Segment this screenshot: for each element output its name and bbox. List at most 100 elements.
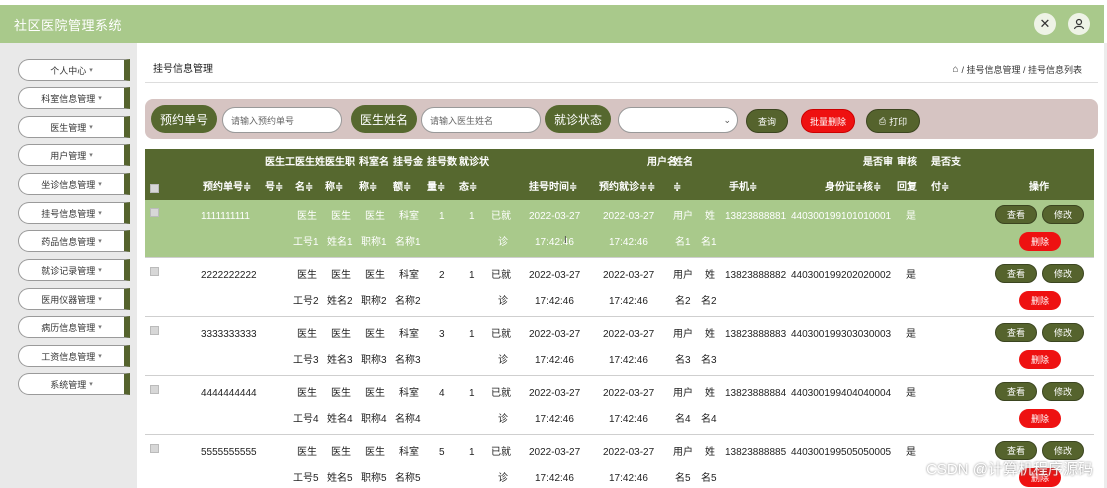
cell-reviewed: 是	[906, 211, 916, 222]
row-checkbox[interactable]	[150, 208, 159, 217]
select-all-checkbox[interactable]	[150, 184, 159, 193]
status-select[interactable]: ⌄	[618, 107, 738, 133]
column-header-line1: 医生工	[265, 157, 295, 168]
breadcrumb-text[interactable]: / 挂号信息管理 / 挂号信息列表	[961, 63, 1082, 76]
column-header[interactable]: 称≑	[325, 182, 343, 194]
sidebar-item[interactable]: 用户管理 ▾	[18, 144, 130, 166]
view-button[interactable]: 查看	[995, 382, 1037, 401]
column-header[interactable]: 手机≑	[729, 182, 757, 194]
column-header[interactable]: 预约就诊≑	[599, 182, 647, 194]
column-header[interactable]: 称≑	[359, 182, 377, 194]
status-label: 就诊状态	[545, 105, 611, 133]
cell-phone: 13823888885	[725, 447, 787, 458]
sidebar-item[interactable]: 系统管理 ▾	[18, 373, 130, 395]
watermark: CSDN @计算机程序源码	[926, 461, 1093, 478]
column-header[interactable]: 态≑	[459, 182, 477, 194]
sidebar-item[interactable]: 就诊记录管理 ▾	[18, 259, 130, 281]
cell-dept: 名称2	[395, 296, 421, 307]
column-header[interactable]: 额≑	[393, 182, 411, 194]
cell-username: 名3	[675, 355, 691, 366]
table-row[interactable]: 1111111111 医生 工号1 医生 姓名1 医生 职称1 科室 名称1 1 1 已就诊 2022-…	[145, 200, 1094, 258]
print-button[interactable]: ⎙ 打印	[866, 109, 920, 133]
cell-reg-time: 17:42:46	[535, 237, 574, 248]
cell-reviewed: 是	[906, 447, 916, 458]
chevron-down-icon: ▾	[98, 296, 102, 303]
sidebar-item[interactable]: 医用仪器管理 ▾	[18, 288, 130, 310]
view-button[interactable]: 查看	[995, 264, 1037, 283]
row-checkbox[interactable]	[150, 444, 159, 453]
doctor-name-label: 医生姓名	[351, 105, 417, 133]
sidebar-item-label: 工资信息管理	[41, 351, 96, 362]
cell-amount: 2	[439, 270, 445, 281]
column-header[interactable]: 核≑	[863, 182, 881, 194]
query-button[interactable]: 查询	[746, 109, 788, 133]
user-icon[interactable]	[1068, 13, 1090, 35]
row-checkbox[interactable]	[150, 385, 159, 394]
column-header[interactable]: 挂号时间≑	[529, 182, 577, 194]
column-header[interactable]: 量≑	[427, 182, 445, 194]
table-row[interactable]: 3333333333 医生 工号3 医生 姓名3 医生 职称3 科室 名称3 3 1 已就诊 2022-…	[145, 318, 1094, 376]
table-row[interactable]: 2222222222 医生 工号2 医生 姓名2 医生 职称2 科室 名称2 2 1 已就诊 2022-…	[145, 259, 1094, 317]
delete-button[interactable]: 删除	[1019, 409, 1061, 428]
chevron-down-icon: ▾	[98, 95, 102, 102]
column-header[interactable]: 名≑	[295, 182, 313, 194]
fullscreen-icon[interactable]: ✕	[1034, 13, 1056, 35]
doctor-name-input[interactable]: 请输入医生姓名	[421, 107, 541, 133]
cell-status: 已就	[491, 447, 511, 458]
column-header[interactable]: 回复	[897, 182, 917, 194]
edit-button[interactable]: 修改	[1042, 264, 1084, 283]
sidebar-item-label: 医用仪器管理	[41, 294, 96, 305]
sidebar-item[interactable]: 科室信息管理 ▾	[18, 87, 130, 109]
table-row[interactable]: 4444444444 医生 工号4 医生 姓名4 医生 职称4 科室 名称4 4 1 已就诊 2022-…	[145, 377, 1094, 435]
cell-doctor-no: 医生	[297, 447, 317, 458]
app-window: 社区医院管理系统 ✕ 个人中心 ▾ 科室信息管理 ▾ 医生管理 ▾ 用户管理 ▾ 坐诊信息管理 ▾…	[0, 0, 1107, 488]
column-header[interactable]: 号≑	[265, 182, 283, 194]
cell-reg-time: 2022-03-27	[529, 447, 581, 458]
cell-doctor-title: 医生	[365, 270, 385, 281]
cell-doctor-no: 工号4	[293, 414, 319, 425]
cell-name: 名4	[701, 414, 717, 425]
edit-button[interactable]: 修改	[1042, 382, 1084, 401]
edit-button[interactable]: 修改	[1042, 205, 1084, 224]
cell-name: 姓	[705, 211, 715, 222]
sidebar-item[interactable]: 药品信息管理 ▾	[18, 230, 130, 252]
reservation-input[interactable]: 请输入预约单号	[222, 107, 342, 133]
view-button[interactable]: 查看	[995, 323, 1037, 342]
sidebar-item[interactable]: 个人中心 ▾	[18, 59, 130, 81]
column-header[interactable]: ≑	[673, 182, 681, 194]
cell-doctor-no: 工号1	[293, 237, 319, 248]
sidebar-item-label: 科室信息管理	[41, 93, 96, 104]
column-header[interactable]: ≑	[647, 182, 655, 194]
cell-idcard: 440300199202020002	[791, 270, 892, 281]
sidebar-item[interactable]: 医生管理 ▾	[18, 116, 130, 138]
cell-username: 用户	[673, 211, 693, 222]
cell-doctor-title: 医生	[365, 447, 385, 458]
cell-doctor-title: 职称2	[361, 296, 387, 307]
cell-status: 诊	[498, 473, 508, 484]
sidebar-item-label: 药品信息管理	[41, 236, 96, 247]
home-icon[interactable]: ⌂	[952, 64, 958, 75]
cell-doctor-title: 职称4	[361, 414, 387, 425]
cell-status: 已就	[491, 270, 511, 281]
delete-button[interactable]: 删除	[1019, 232, 1061, 251]
cell-reservation-no: 2222222222	[201, 270, 257, 281]
delete-button[interactable]: 删除	[1019, 291, 1061, 310]
batch-delete-button[interactable]: 批量删除	[801, 109, 855, 133]
delete-button[interactable]: 删除	[1019, 350, 1061, 369]
column-header[interactable]: 操作	[1029, 182, 1049, 194]
row-checkbox[interactable]	[150, 326, 159, 335]
cell-name: 姓	[705, 388, 715, 399]
column-header[interactable]: 付≑	[931, 182, 949, 194]
edit-button[interactable]: 修改	[1042, 323, 1084, 342]
column-header[interactable]: 预约单号≑	[203, 182, 251, 194]
cell-username: 用户	[673, 329, 693, 340]
view-button[interactable]: 查看	[995, 205, 1037, 224]
column-header[interactable]: 身份证≑	[825, 182, 863, 194]
sidebar-item-label: 个人中心	[50, 65, 87, 76]
sidebar-item[interactable]: 坐诊信息管理 ▾	[18, 173, 130, 195]
sidebar-item[interactable]: 工资信息管理 ▾	[18, 345, 130, 367]
cell-doctor-title: 医生	[365, 329, 385, 340]
sidebar-item[interactable]: 挂号信息管理 ▾	[18, 202, 130, 224]
sidebar-item[interactable]: 病历信息管理 ▾	[18, 316, 130, 338]
row-checkbox[interactable]	[150, 267, 159, 276]
